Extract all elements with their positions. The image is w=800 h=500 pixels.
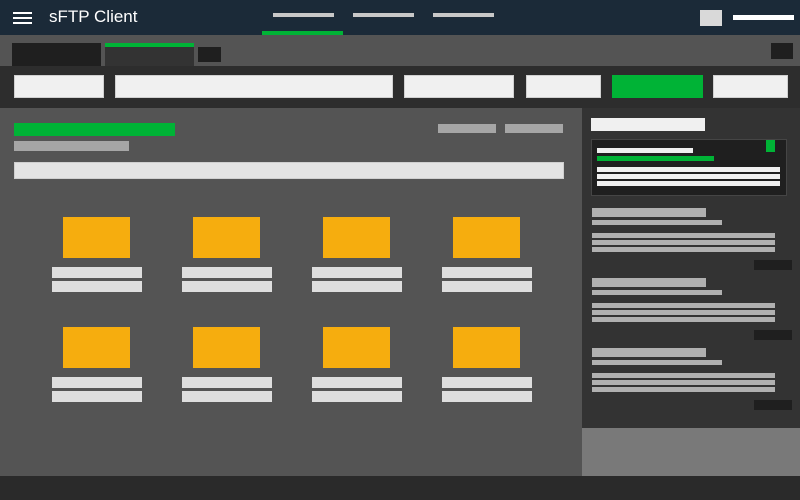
folder-meta [442,391,532,402]
nav-tab-3[interactable] [423,0,503,35]
folder-item[interactable] [52,327,142,417]
card-status [597,156,714,161]
item-title [592,208,706,217]
folder-icon [323,327,390,368]
folder-meta [182,281,272,292]
connection-card [591,139,787,196]
item-line [592,240,775,245]
status-indicator [766,140,775,152]
folder-meta [312,391,402,402]
folder-meta [52,281,142,292]
top-app-bar: sFTP Client [0,0,800,35]
file-browser [0,108,582,476]
nav-tab-2[interactable] [343,0,423,35]
folder-icon [453,327,520,368]
folder-name [442,267,532,278]
folder-meta [182,391,272,402]
folder-name [442,377,532,388]
folder-item[interactable] [182,217,272,307]
item-action-button[interactable] [754,400,792,410]
nav-tab-1[interactable] [262,0,343,35]
toolbar-button-1[interactable] [14,75,104,98]
side-panel-title [591,118,705,131]
folder-icon [453,217,520,258]
toolbar-button-6[interactable] [713,75,788,98]
item-line [592,247,775,252]
side-panel-footer [582,428,800,476]
folder-item[interactable] [442,217,532,307]
folder-icon [193,217,260,258]
page-title [14,123,175,136]
folder-icon [323,217,390,258]
item-line [592,317,775,322]
sftp-client-window: sFTP Client [0,0,800,500]
hamburger-menu-icon[interactable] [13,11,32,25]
tab-strip-menu-button[interactable] [771,43,793,59]
page-subtitle [14,141,129,151]
item-title [592,278,706,287]
folder-item[interactable] [182,327,272,417]
folder-name [182,377,272,388]
folder-icon [63,217,130,258]
folder-item[interactable] [442,327,532,417]
item-title [592,348,706,357]
path-input[interactable] [14,162,564,179]
folder-name [52,267,142,278]
item-action-button[interactable] [754,330,792,340]
folder-name [182,267,272,278]
folder-name [52,377,142,388]
card-title [597,148,693,153]
toolbar-button-4[interactable] [526,75,601,98]
item-subtitle [592,220,722,225]
toolbar [0,66,800,108]
details-side-panel [582,108,800,428]
folder-meta [442,281,532,292]
folder-item[interactable] [312,217,402,307]
active-tab-indicator [105,43,194,47]
folder-meta [312,281,402,292]
item-subtitle [592,360,722,365]
item-subtitle [592,290,722,295]
item-line [592,373,775,378]
document-tab-1[interactable] [12,43,101,66]
card-line [597,181,780,186]
status-bar [0,476,800,500]
item-line [592,310,775,315]
item-line [592,233,775,238]
toolbar-button-2[interactable] [115,75,393,98]
item-line [592,380,775,385]
header-action-1[interactable] [438,124,496,133]
folder-name [312,267,402,278]
folder-item[interactable] [312,327,402,417]
card-line [597,167,780,172]
folder-item[interactable] [52,217,142,307]
app-title: sFTP Client [49,7,138,26]
item-action-button[interactable] [754,260,792,270]
document-tab-2[interactable] [105,43,194,66]
folder-meta [52,391,142,402]
folder-icon [63,327,130,368]
toolbar-button-3[interactable] [404,75,514,98]
document-tab-strip [0,35,800,66]
item-line [592,387,775,392]
item-line [592,303,775,308]
new-tab-button[interactable] [198,47,221,62]
avatar[interactable] [700,10,722,26]
header-action-2[interactable] [505,124,563,133]
folder-icon [193,327,260,368]
card-line [597,174,780,179]
toolbar-button-5-primary[interactable] [612,75,703,98]
user-name[interactable] [733,15,794,20]
folder-name [312,377,402,388]
